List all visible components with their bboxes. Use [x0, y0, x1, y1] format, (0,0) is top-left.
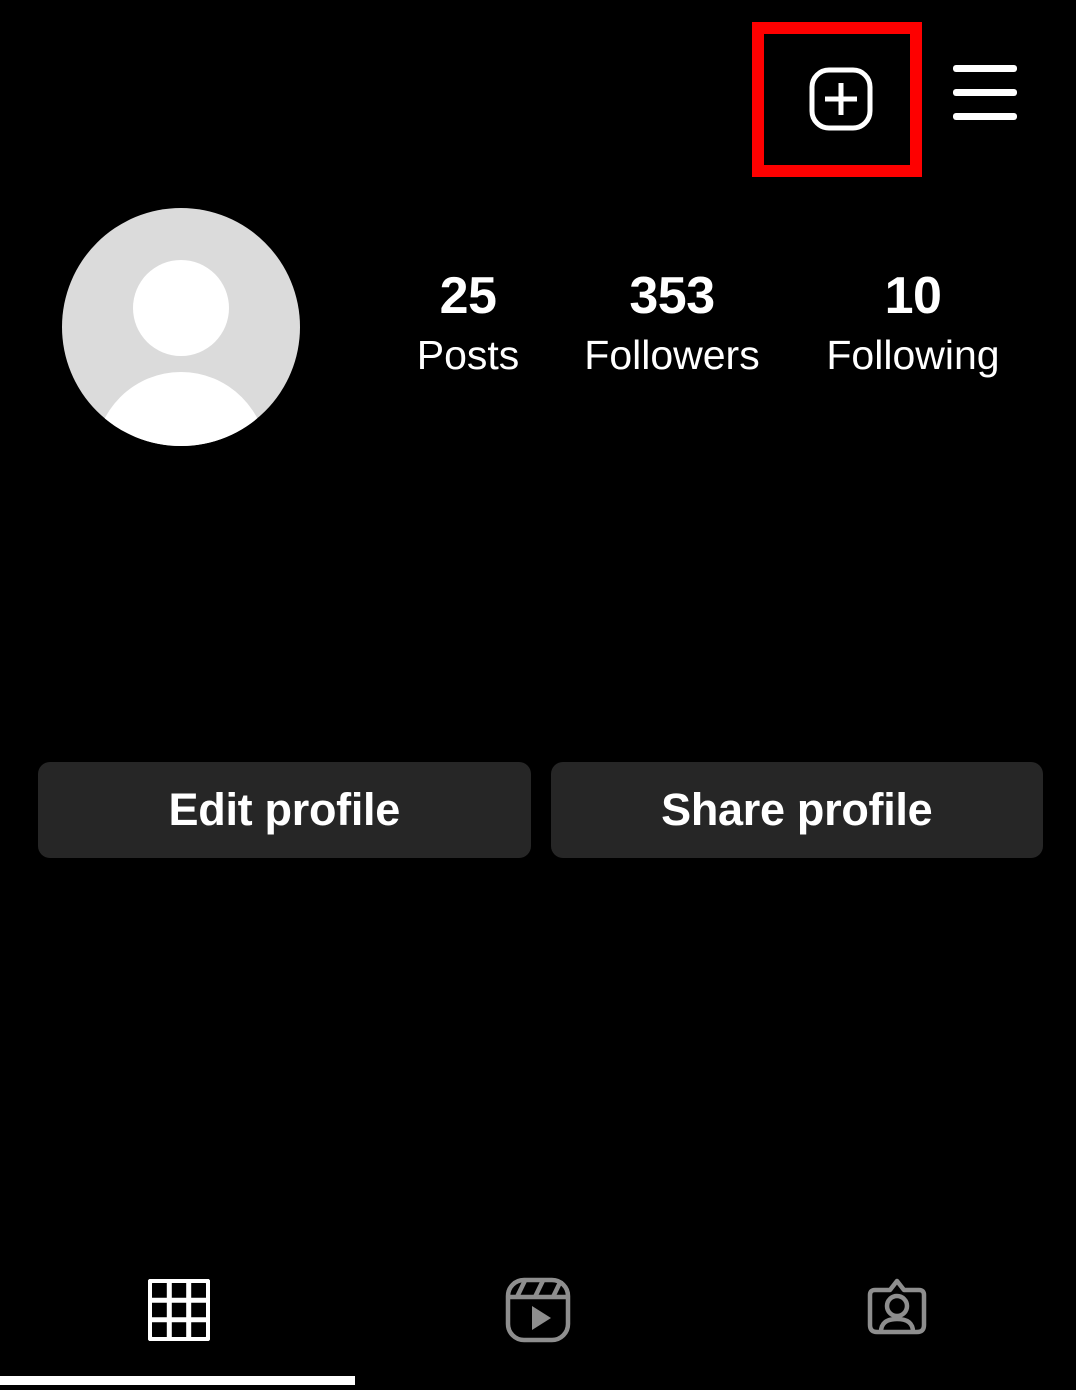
hamburger-menu-button[interactable] [947, 55, 1023, 143]
followers-label: Followers [584, 331, 759, 380]
reels-icon [503, 1275, 573, 1350]
following-label: Following [826, 331, 999, 380]
following-count: 10 [885, 268, 942, 325]
posts-label: Posts [417, 331, 520, 380]
profile-stats: 25 Posts 353 Followers 10 Following [380, 268, 1045, 380]
tab-reels[interactable] [359, 1262, 718, 1362]
followers-count: 353 [629, 268, 714, 325]
share-profile-button[interactable]: Share profile [551, 762, 1044, 858]
plus-square-icon [808, 66, 874, 132]
tab-grid[interactable] [0, 1262, 359, 1362]
default-avatar-icon [133, 260, 229, 356]
stat-following[interactable]: 10 Following [788, 268, 1038, 380]
avatar[interactable] [62, 208, 300, 446]
new-post-button[interactable] [800, 58, 882, 140]
stat-followers[interactable]: 353 Followers [556, 268, 788, 380]
edit-profile-button[interactable]: Edit profile [38, 762, 531, 858]
posts-count: 25 [440, 268, 497, 325]
tab-tagged[interactable] [717, 1262, 1076, 1362]
home-indicator [0, 1376, 355, 1385]
top-bar [0, 0, 1076, 200]
instagram-profile-screen: 25 Posts 353 Followers 10 Following Edit… [0, 0, 1076, 1390]
profile-tab-bar [0, 1262, 1076, 1362]
tagged-icon [862, 1275, 932, 1350]
profile-action-buttons: Edit profile Share profile [38, 762, 1043, 858]
stat-posts[interactable]: 25 Posts [380, 268, 556, 380]
grid-icon [148, 1279, 210, 1346]
default-avatar-body [95, 372, 267, 446]
